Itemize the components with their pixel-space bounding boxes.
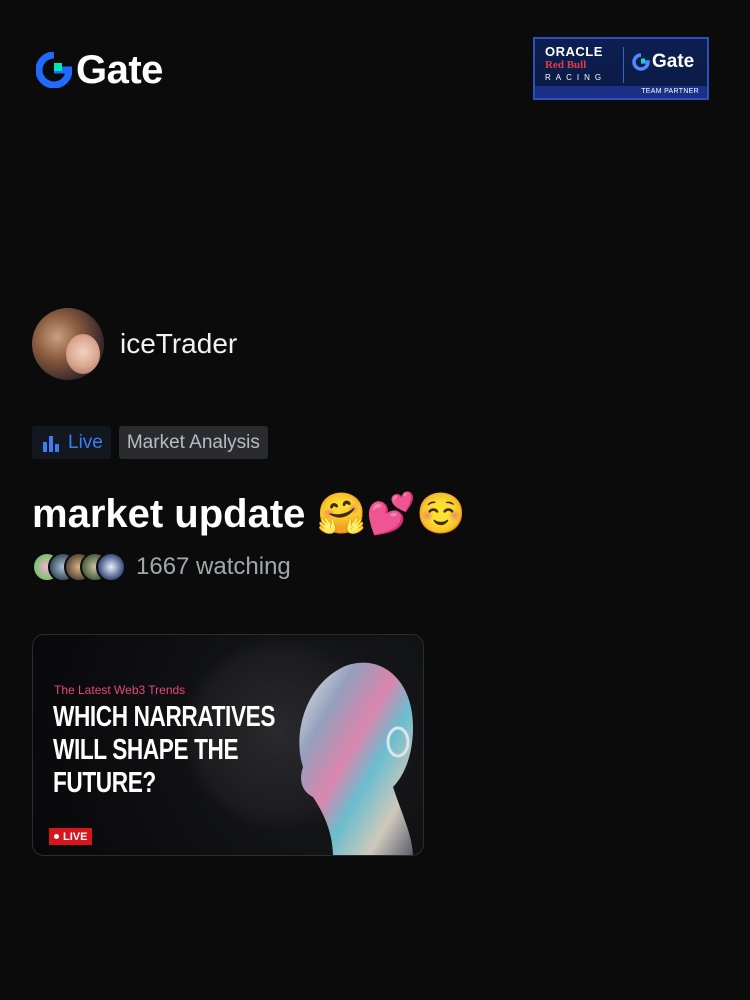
team-partner-strip: TEAM PARTNER	[535, 86, 707, 98]
thumbnail-headline: WHICH NARRATIVES WILL SHAPE THE FUTURE?	[53, 701, 276, 799]
logo-text: Gate	[76, 48, 163, 92]
partner-gate-logo: Gate	[632, 51, 694, 73]
oracle-label: ORACLE	[545, 44, 603, 59]
gate-logo[interactable]: Gate	[36, 50, 163, 90]
viewer-avatars	[32, 552, 126, 582]
gate-logo-icon	[36, 52, 72, 88]
watching-count: 1667 watching	[136, 553, 291, 580]
author-avatar[interactable]	[32, 308, 104, 380]
live-tag: Live	[32, 426, 111, 459]
thumbnail-live-label: LIVE	[63, 830, 88, 843]
team-partner-badge: ORACLE Red Bull RACING Gate TEAM PARTNER	[533, 37, 709, 100]
bar-chart-icon	[43, 435, 59, 452]
stream-title: market update 🤗💕☺️	[32, 492, 466, 536]
author-row[interactable]: iceTrader	[32, 308, 237, 380]
author-name[interactable]: iceTrader	[120, 328, 237, 360]
category-tag[interactable]: Market Analysis	[118, 426, 268, 459]
stream-thumbnail[interactable]: The Latest Web3 Trends WHICH NARRATIVES …	[32, 634, 424, 856]
thumbnail-kicker: The Latest Web3 Trends	[54, 683, 186, 697]
partner-divider	[623, 47, 624, 83]
redbull-label: Red Bull	[545, 59, 587, 71]
tag-row: Live Market Analysis	[32, 426, 268, 459]
watching-row: 1667 watching	[32, 552, 291, 582]
thumbnail-live-badge: LIVE	[49, 828, 93, 845]
chrome-head-illustration	[299, 662, 413, 855]
live-dot-icon	[54, 834, 59, 839]
gate-logo-icon	[632, 53, 650, 71]
live-tag-label: Live	[68, 431, 103, 453]
racing-label: RACING	[545, 73, 607, 82]
viewer-avatar	[96, 552, 126, 582]
partner-gate-text: Gate	[652, 51, 695, 72]
category-tag-label: Market Analysis	[126, 431, 260, 453]
